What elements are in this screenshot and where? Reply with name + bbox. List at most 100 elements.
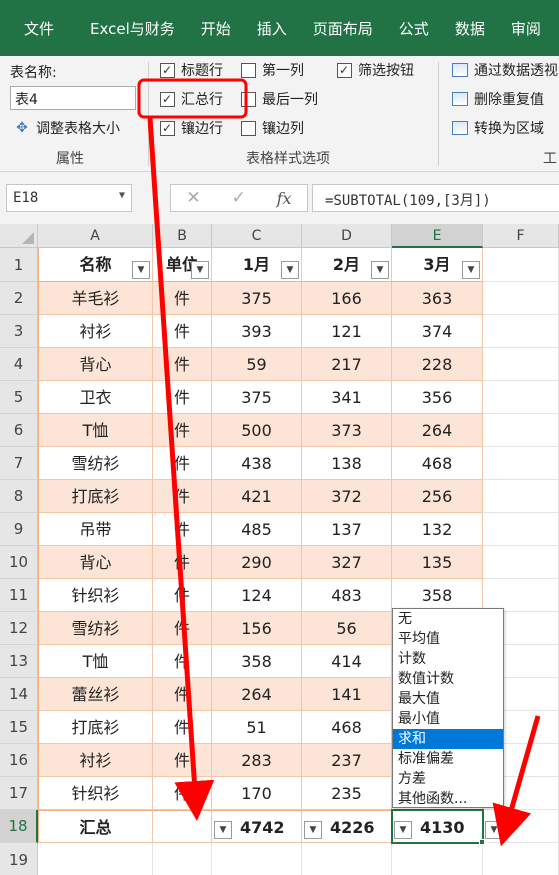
empty-cell[interactable] — [483, 282, 559, 315]
table-cell[interactable]: 468 — [392, 447, 483, 480]
table-cell[interactable]: 背心 — [38, 546, 153, 579]
table-cell[interactable]: 264 — [392, 414, 483, 447]
last-column-checkbox[interactable]: 最后一列 — [241, 89, 318, 109]
table-cell[interactable]: 468 — [302, 711, 392, 744]
empty-cell[interactable] — [483, 348, 559, 381]
table-cell[interactable]: 283 — [212, 744, 302, 777]
table-cell[interactable]: 363 — [392, 282, 483, 315]
ribbon-tab[interactable]: 数据 — [455, 18, 511, 39]
ribbon-tab[interactable]: 文件 — [0, 18, 90, 39]
pivot-summary-button[interactable]: 通过数据透视 — [452, 60, 558, 80]
table-cell[interactable]: 138 — [302, 447, 392, 480]
row-header[interactable]: 7 — [0, 447, 38, 480]
table-cell[interactable]: 衬衫 — [38, 315, 153, 348]
dropdown-option[interactable]: 方差 — [393, 769, 503, 789]
first-column-checkbox[interactable]: 第一列 — [241, 60, 304, 80]
total-function-dropdown-icon[interactable]: ▼ — [214, 821, 232, 839]
table-cell[interactable]: 264 — [212, 678, 302, 711]
empty-cell[interactable] — [38, 843, 153, 875]
table-cell[interactable]: 290 — [212, 546, 302, 579]
row-header[interactable]: 19 — [0, 843, 38, 875]
table-cell[interactable]: 件 — [153, 579, 212, 612]
dropdown-option[interactable]: 最大值 — [393, 689, 503, 709]
table-cell[interactable]: 件 — [153, 513, 212, 546]
formula-input[interactable]: =SUBTOTAL(109,[3月]) — [312, 184, 559, 212]
dropdown-option[interactable]: 平均值 — [393, 629, 503, 649]
table-cell[interactable]: 375 — [212, 381, 302, 414]
empty-cell[interactable] — [153, 843, 212, 875]
filter-dropdown-icon[interactable]: ▼ — [132, 261, 150, 279]
filter-button-checkbox[interactable]: 筛选按钮 — [337, 60, 414, 80]
table-cell[interactable]: 235 — [302, 777, 392, 810]
confirm-icon[interactable]: ✓ — [232, 188, 246, 208]
empty-cell[interactable] — [483, 480, 559, 513]
table-cell[interactable]: 件 — [153, 678, 212, 711]
table-cell[interactable]: 件 — [153, 744, 212, 777]
row-header[interactable]: 8 — [0, 480, 38, 513]
dropdown-option[interactable]: 求和 — [393, 729, 503, 749]
total-function-dropdown-icon[interactable]: ▼ — [304, 821, 322, 839]
filter-dropdown-icon[interactable]: ▼ — [371, 261, 389, 279]
table-cell[interactable]: 件 — [153, 480, 212, 513]
table-cell[interactable]: 蕾丝衫 — [38, 678, 153, 711]
table-cell[interactable]: 256 — [392, 480, 483, 513]
table-cell[interactable]: 500 — [212, 414, 302, 447]
name-box[interactable]: E18 ▼ — [6, 184, 132, 212]
empty-cell[interactable] — [483, 513, 559, 546]
empty-cell[interactable] — [483, 546, 559, 579]
banded-columns-checkbox[interactable]: 镶边列 — [241, 118, 304, 138]
dropdown-option[interactable]: 标准偏差 — [393, 749, 503, 769]
table-cell[interactable]: 件 — [153, 414, 212, 447]
table-cell[interactable]: 件 — [153, 777, 212, 810]
table-cell[interactable]: 针织衫 — [38, 579, 153, 612]
empty-cell[interactable] — [212, 843, 302, 875]
column-header[interactable]: F — [483, 224, 559, 248]
column-header[interactable]: A — [38, 224, 153, 248]
row-header[interactable]: 2 — [0, 282, 38, 315]
row-header[interactable]: 4 — [0, 348, 38, 381]
table-cell[interactable]: 358 — [212, 645, 302, 678]
table-cell[interactable]: 124 — [212, 579, 302, 612]
empty-cell[interactable] — [483, 381, 559, 414]
table-cell[interactable]: 327 — [302, 546, 392, 579]
row-header[interactable]: 12 — [0, 612, 38, 645]
table-cell[interactable]: 341 — [302, 381, 392, 414]
table-cell[interactable]: 156 — [212, 612, 302, 645]
ribbon-tab[interactable]: 开始 — [201, 18, 257, 39]
table-cell[interactable]: 141 — [302, 678, 392, 711]
table-cell[interactable]: 237 — [302, 744, 392, 777]
row-header[interactable]: 3 — [0, 315, 38, 348]
chevron-down-icon[interactable]: ▼ — [119, 190, 125, 201]
table-cell[interactable]: 件 — [153, 612, 212, 645]
table-cell[interactable]: 421 — [212, 480, 302, 513]
filter-dropdown-icon[interactable]: ▼ — [462, 261, 480, 279]
table-cell[interactable]: 135 — [392, 546, 483, 579]
banded-rows-checkbox[interactable]: 镶边行 — [160, 118, 223, 138]
table-cell[interactable]: 374 — [392, 315, 483, 348]
table-cell[interactable]: 件 — [153, 645, 212, 678]
table-cell[interactable]: 背心 — [38, 348, 153, 381]
table-cell[interactable]: T恤 — [38, 645, 153, 678]
empty-cell[interactable] — [392, 843, 483, 875]
table-cell[interactable]: 衬衫 — [38, 744, 153, 777]
table-name-input[interactable]: 表4 — [10, 86, 136, 110]
total-row-cell[interactable]: 汇总 — [38, 810, 153, 843]
table-cell[interactable]: 雪纺衫 — [38, 612, 153, 645]
table-cell[interactable]: 356 — [392, 381, 483, 414]
empty-cell[interactable] — [483, 447, 559, 480]
total-function-dropdown-icon[interactable]: ▼ — [485, 821, 503, 839]
table-cell[interactable]: 56 — [302, 612, 392, 645]
table-cell[interactable]: 375 — [212, 282, 302, 315]
empty-cell[interactable] — [483, 315, 559, 348]
table-cell[interactable]: 件 — [153, 282, 212, 315]
remove-duplicates-button[interactable]: 删除重复值 — [452, 89, 544, 109]
total-function-dropdown-icon[interactable]: ▼ — [394, 821, 412, 839]
table-cell[interactable]: 132 — [392, 513, 483, 546]
row-header[interactable]: 15 — [0, 711, 38, 744]
filter-dropdown-icon[interactable]: ▼ — [191, 261, 209, 279]
dropdown-option[interactable]: 最小值 — [393, 709, 503, 729]
ribbon-tab[interactable]: Excel与财务 — [90, 18, 201, 39]
resize-table-button[interactable]: ✥ 调整表格大小 — [14, 118, 120, 138]
column-header[interactable]: E — [392, 224, 483, 248]
ribbon-tab[interactable]: 公式 — [399, 18, 455, 39]
